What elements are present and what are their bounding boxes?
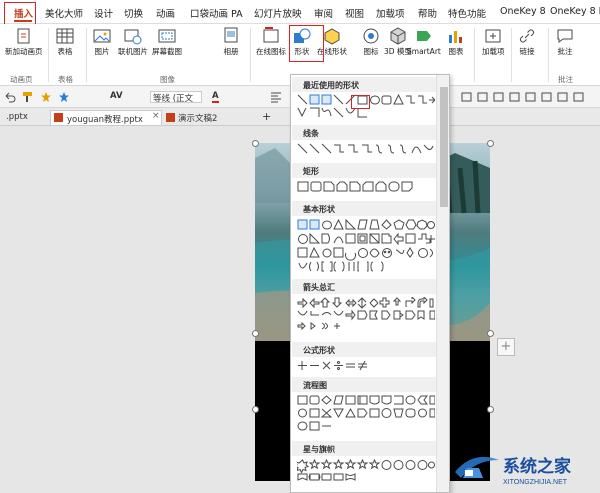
icons-button[interactable]: 图标 — [362, 27, 380, 56]
tab-beautify[interactable]: 美化大师 — [45, 6, 83, 20]
tab-onekey-b[interactable]: OneKey 8 B — [550, 6, 600, 17]
star-icon[interactable] — [58, 91, 70, 103]
tab-onekey[interactable]: OneKey 8 — [500, 6, 546, 17]
group-separator — [48, 28, 49, 82]
stars-shapes-grid[interactable] — [297, 459, 435, 483]
link-icon — [520, 29, 534, 43]
online-icons-button[interactable]: 在线图标 — [256, 27, 286, 56]
add-button[interactable]: + — [497, 338, 515, 356]
table-button[interactable]: 表格 — [56, 27, 74, 56]
group-separator — [474, 28, 475, 82]
new-tab-button[interactable]: + — [256, 110, 277, 125]
resize-handle[interactable] — [252, 140, 259, 147]
section-stars-banners: 星与旗帜 — [292, 441, 436, 456]
group-separator — [548, 28, 549, 82]
font-color-button[interactable]: A — [212, 91, 219, 103]
group-separator — [250, 28, 251, 82]
tab-animations[interactable]: 动画 — [156, 6, 175, 20]
resize-handle[interactable] — [487, 140, 494, 147]
tab-view[interactable]: 视图 — [345, 6, 364, 20]
addins-button[interactable]: 加载项 — [482, 27, 505, 56]
tab-design[interactable]: 设计 — [94, 6, 113, 20]
flowchart-shapes-grid[interactable] — [297, 395, 435, 435]
3d-model-icon — [390, 27, 406, 45]
av-spacing-icon[interactable]: AV — [110, 91, 123, 103]
section-flowchart: 流程图 — [292, 377, 436, 392]
dropdown-scrollbar[interactable] — [436, 75, 449, 492]
equation-shapes-grid[interactable] — [297, 360, 435, 372]
group-separator — [86, 28, 87, 82]
comment-button[interactable]: 批注 — [556, 27, 574, 56]
undo-icon[interactable] — [4, 91, 16, 103]
picture-icon — [93, 29, 111, 43]
lines-shapes-grid[interactable] — [297, 143, 435, 157]
watermark-graphic: 系统之家 XITONGZHIJIA.NET — [455, 456, 571, 486]
section-rectangles: 矩形 — [292, 163, 436, 178]
arrows-shapes-grid[interactable] — [297, 297, 435, 337]
resize-handle[interactable] — [252, 406, 259, 413]
tab-help[interactable]: 帮助 — [418, 6, 437, 20]
addin-icon — [485, 29, 501, 43]
watermark-logo: 系统之家 XITONGZHIJIA.NET — [453, 448, 598, 490]
watermark-title-text: 系统之家 — [503, 456, 571, 476]
picture-button[interactable]: 图片 — [93, 27, 111, 56]
group-separator — [511, 28, 512, 82]
ribbon-tab-bar: 插入 美化大师 设计 切换 动画 口袋动画 PA 幻灯片放映 审阅 视图 加载项… — [0, 0, 600, 24]
group-label-anim: 动画页 — [10, 75, 33, 84]
section-lines: 线条 — [292, 125, 436, 140]
online-icons-icon — [263, 27, 279, 43]
group-label-images: 图像 — [160, 75, 175, 84]
group-label-comments: 批注 — [558, 75, 573, 84]
file-tab-active[interactable]: youguan教程.pptx — [50, 110, 162, 125]
album-button[interactable]: 相册 — [222, 27, 240, 56]
close-tab-icon[interactable]: × — [152, 111, 160, 121]
screenshot-icon — [158, 29, 176, 43]
resize-handle[interactable] — [252, 330, 259, 337]
online-picture-icon — [124, 29, 142, 45]
tab-features[interactable]: 特色功能 — [448, 6, 486, 20]
tab-review[interactable]: 审阅 — [314, 6, 333, 20]
chart-button[interactable]: 图表 — [447, 27, 465, 56]
tab-addins[interactable]: 加载项 — [376, 6, 405, 20]
resize-handle[interactable] — [487, 330, 494, 337]
font-name-select[interactable]: 等线 (正文 — [150, 91, 202, 104]
new-anim-page-button[interactable]: 新加动画页 — [5, 27, 43, 56]
link-button[interactable]: 链接 — [518, 27, 536, 56]
section-recent-shapes: 最近使用的形状 — [292, 77, 436, 92]
shapes-dropdown: 最近使用的形状 线条 矩形 基本形状 箭头总汇 公式形状 流程图 星与旗帜 — [290, 74, 450, 493]
icons-icon — [363, 28, 379, 44]
group-label-tables: 表格 — [58, 75, 73, 84]
file-tab[interactable]: .pptx — [0, 110, 34, 125]
star-icon[interactable] — [40, 91, 52, 103]
tab-transitions[interactable]: 切换 — [124, 6, 143, 20]
rectangle-shape-highlight — [351, 95, 370, 109]
smartart-button[interactable]: SmartArt — [407, 27, 441, 56]
scrollbar-thumb[interactable] — [440, 87, 448, 207]
section-block-arrows: 箭头总汇 — [292, 279, 436, 294]
section-basic-shapes: 基本形状 — [292, 201, 436, 216]
new-page-icon — [17, 28, 30, 44]
screenshot-button[interactable]: 屏幕截图 — [152, 27, 182, 56]
file-tab[interactable]: 演示文稿2 — [172, 110, 223, 125]
section-equation-shapes: 公式形状 — [292, 342, 436, 357]
tab-pocket-animation[interactable]: 口袋动画 PA — [190, 6, 243, 20]
align-left-icon[interactable] — [270, 91, 282, 103]
table-icon — [56, 28, 74, 44]
tab-slideshow[interactable]: 幻灯片放映 — [254, 6, 302, 20]
comment-icon — [557, 29, 573, 43]
smartart-icon — [416, 31, 431, 41]
resize-handle[interactable] — [487, 406, 494, 413]
watermark-url-text: XITONGZHIJIA.NET — [503, 479, 568, 486]
chart-icon — [449, 31, 462, 43]
ppt-file-icon — [54, 113, 63, 122]
rectangles-shapes-grid[interactable] — [297, 181, 435, 193]
shapes-button-highlight — [289, 25, 324, 62]
online-picture-button[interactable]: 联机图片 — [118, 27, 148, 56]
album-icon — [224, 27, 238, 43]
online-shapes-icon — [324, 28, 340, 45]
format-painter-icon[interactable] — [22, 91, 34, 103]
arrange-icons[interactable] — [460, 91, 600, 103]
